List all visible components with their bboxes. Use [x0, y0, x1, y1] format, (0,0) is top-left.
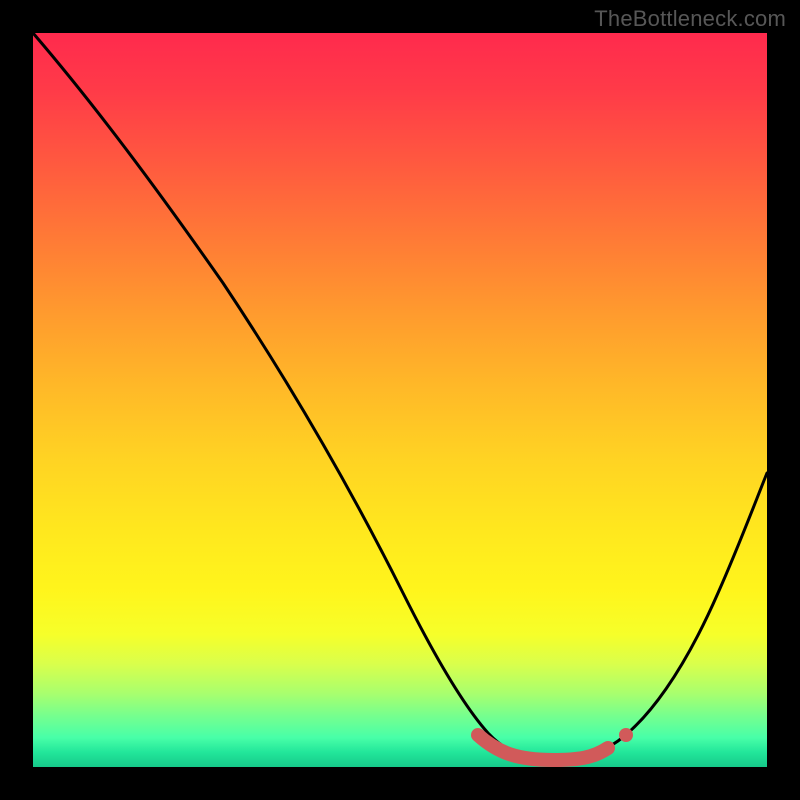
watermark-text: TheBottleneck.com: [594, 6, 786, 32]
accent-dot: [619, 728, 633, 742]
plot-area: [33, 33, 767, 767]
bottleneck-curve: [33, 33, 767, 760]
chart-svg: [33, 33, 767, 767]
accent-valley-segment: [478, 735, 608, 760]
chart-frame: TheBottleneck.com: [0, 0, 800, 800]
